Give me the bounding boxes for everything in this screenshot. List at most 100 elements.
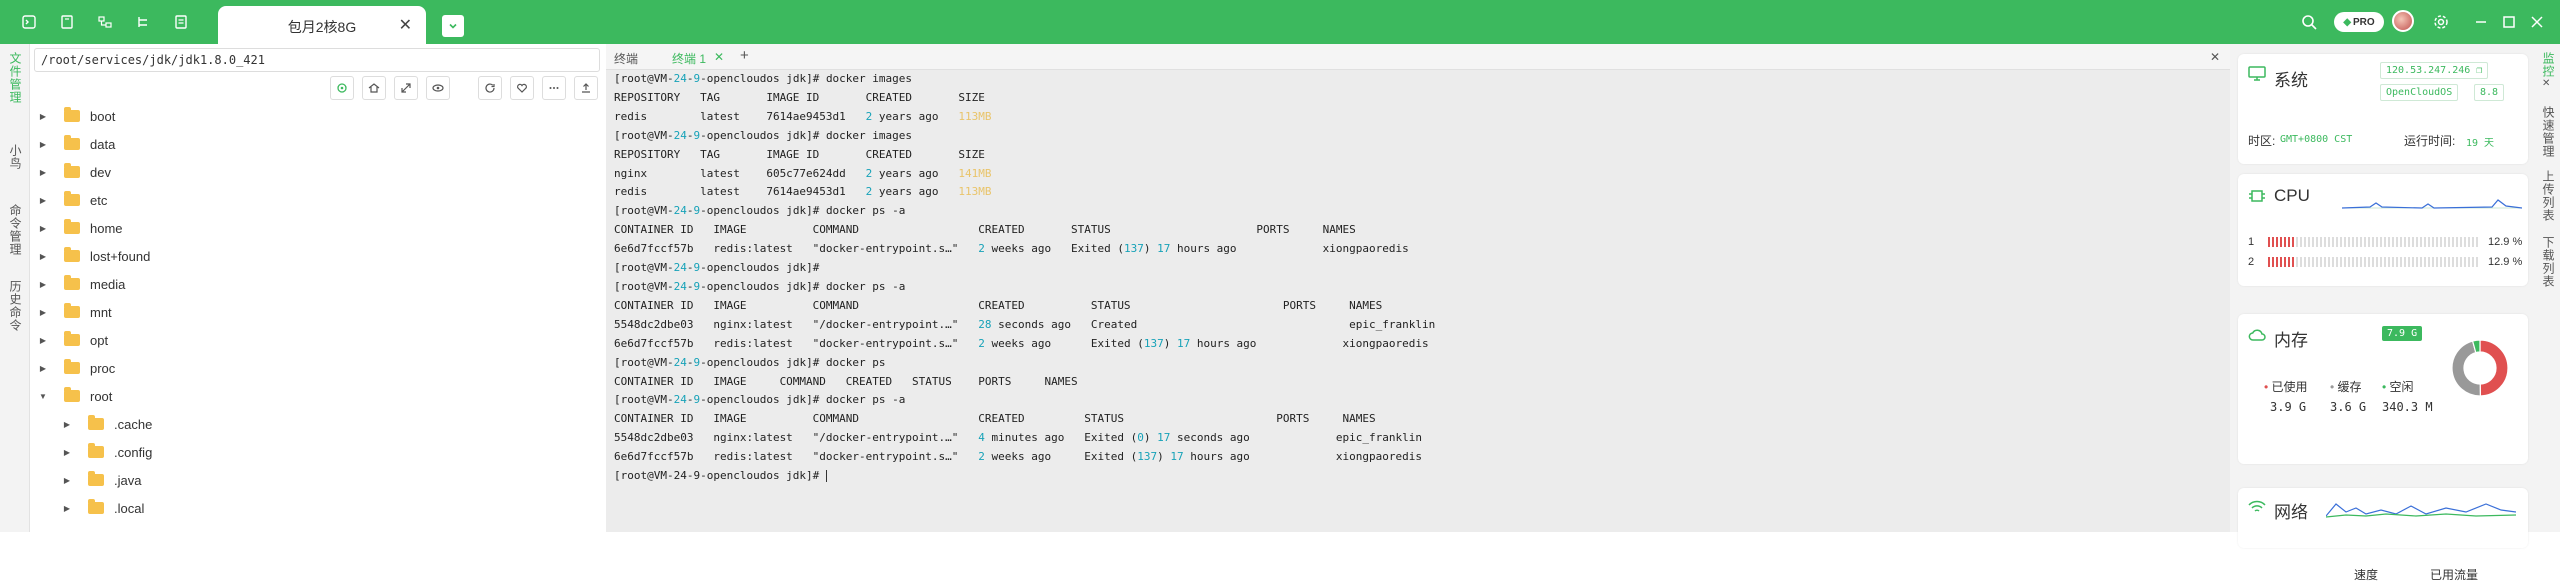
monitor-close-icon[interactable]: ✕ [2542,78,2551,89]
locate-icon[interactable] [330,76,354,100]
tree-item[interactable]: ▶ data [30,130,606,158]
ip-tag[interactable]: 120.53.247.246 ❐ [2380,62,2489,79]
tree-item[interactable]: ▶ lost+found [30,242,606,270]
more-icon[interactable] [542,76,566,100]
terminal-line: CONTAINER ID IMAGE COMMAND CREATED STATU… [614,297,1435,316]
window-close-icon[interactable] [2526,11,2548,33]
terminal-line: [root@VM-24-9-opencloudos jdk]# docker p… [614,278,1435,297]
cloud-icon [2248,328,2266,347]
refresh-icon[interactable] [478,76,502,100]
tab-history-commands[interactable]: 历史命令 [7,280,24,332]
terminal-text: 5548dc2dbe03 nginx:latest "/docker-entry… [614,317,979,331]
tree-item[interactable]: ▶ .local [30,494,606,522]
heart-icon[interactable] [510,76,534,100]
tab-close-icon[interactable]: ✕ [714,50,724,64]
terminal-close-icon[interactable]: ✕ [2210,50,2220,64]
terminal-text: nginx latest 605c77e624dd [614,166,866,180]
folder-icon [64,247,80,262]
caret-right-icon[interactable]: ▶ [60,448,74,457]
terminal-text: 2 [978,242,985,256]
caret-right-icon[interactable]: ▶ [36,168,50,177]
terminal-text: 17 [1176,336,1191,350]
minimize-icon[interactable] [2470,11,2492,33]
tree-item[interactable]: ▶ .java [30,466,606,494]
tree-item[interactable]: ▶ dev [30,158,606,186]
caret-down-icon[interactable]: ▼ [36,392,50,401]
terminal-text: 6e6d7fccf57b redis:latest "docker-entryp… [614,450,979,464]
add-tab-icon[interactable]: + [740,47,749,64]
tab-terminal[interactable]: 终端 [614,50,638,67]
caret-right-icon[interactable]: ▶ [36,140,50,149]
expand-icon[interactable] [394,76,418,100]
path-input[interactable]: /root/services/jdk/jdk1.8.0_421 [34,48,600,72]
network-icon[interactable] [94,11,116,33]
tab-download-list[interactable]: 下载列表 [2540,236,2557,288]
caret-right-icon[interactable]: ▶ [60,420,74,429]
caret-right-icon[interactable]: ▶ [36,364,50,373]
tree-item[interactable]: ▶ boot [30,102,606,130]
tab-dropdown-chevron-icon[interactable] [442,15,464,37]
terminal-line: 6e6d7fccf57b redis:latest "docker-entryp… [614,240,1435,259]
maximize-icon[interactable] [2498,11,2520,33]
terminal-text: 137 [1137,450,1158,464]
caret-right-icon[interactable]: ▶ [36,112,50,121]
tree-item-label: boot [90,108,116,124]
tree-item[interactable]: ▶ home [30,214,606,242]
terminal-text: hours ago xiongpaoredis [1190,336,1429,350]
list-icon[interactable] [170,11,192,33]
caret-right-icon[interactable]: ▶ [36,280,50,289]
eye-icon[interactable] [426,76,450,100]
upload-icon[interactable] [574,76,598,100]
terminal-icon[interactable] [18,11,40,33]
tree-item[interactable]: ▶ mnt [30,298,606,326]
caret-right-icon[interactable]: ▶ [60,476,74,485]
memory-slice [2479,339,2509,397]
pro-badge[interactable]: ◆ PRO [2334,12,2384,32]
close-icon[interactable]: ✕ [399,15,412,35]
tree-item[interactable]: ▶ opt [30,326,606,354]
tree-item[interactable]: ▶ media [30,270,606,298]
pro-label: PRO [2353,16,2375,28]
caret-right-icon[interactable]: ▶ [36,196,50,205]
caret-right-icon[interactable]: ▶ [36,308,50,317]
terminal-line: CONTAINER ID IMAGE COMMAND CREATED STATU… [614,221,1435,240]
gear-icon[interactable] [2430,11,2452,33]
search-icon[interactable] [2298,11,2320,33]
tree-item[interactable]: ▼ root [30,382,606,410]
tab-session[interactable]: 包月2核8G ✕ [218,6,426,44]
folder-icon [88,443,104,458]
tree-item[interactable]: ▶ .config [30,438,606,466]
terminal-line: [root@VM-24-9-opencloudos jdk]# docker p… [614,391,1435,410]
terminal-text: redis latest 7614ae9453d1 [614,185,866,199]
tree-item[interactable]: ▶ etc [30,186,606,214]
copy-icon[interactable]: ❐ [2476,65,2482,76]
tree-item[interactable]: ▶ .cache [30,410,606,438]
tab-monitor[interactable]: 监控 [2540,52,2557,78]
terminal-line: REPOSITORY TAG IMAGE ID CREATED SIZE [614,146,1435,165]
tab-terminal-1[interactable]: 终端 1 [672,50,706,67]
tab-bird[interactable]: 小鸟 [7,144,24,170]
tab-quick-manage[interactable]: 快速管理 [2540,106,2557,158]
tab-file-manager[interactable]: 文件管理 [7,52,24,104]
terminal-text: 2 [978,336,985,350]
caret-right-icon[interactable]: ▶ [36,336,50,345]
terminal-text: 24 [673,279,687,293]
timezone-label: 时区: [2248,134,2276,148]
folder-icon [64,135,80,150]
tree-item[interactable]: ▶ proc [30,354,606,382]
home-icon[interactable] [362,76,386,100]
avatar[interactable] [2392,10,2414,32]
legend-dot-icon: • [2264,380,2272,394]
bookmark-icon[interactable] [56,11,78,33]
terminal-text: ) [1157,450,1171,464]
terminal-panel[interactable]: 终端 终端 1 ✕ + ✕ [root@VM-24-9-opencloudos … [606,44,2230,532]
terminal-text: 28 [978,317,992,331]
tab-command-manager[interactable]: 命令管理 [7,204,24,256]
caret-right-icon[interactable]: ▶ [60,504,74,513]
uptime-label: 运行时间: [2404,134,2456,148]
memory-title: 内存 [2274,331,2308,350]
caret-right-icon[interactable]: ▶ [36,224,50,233]
caret-right-icon[interactable]: ▶ [36,252,50,261]
tree-icon[interactable] [132,11,154,33]
tab-upload-list[interactable]: 上传列表 [2540,170,2557,222]
